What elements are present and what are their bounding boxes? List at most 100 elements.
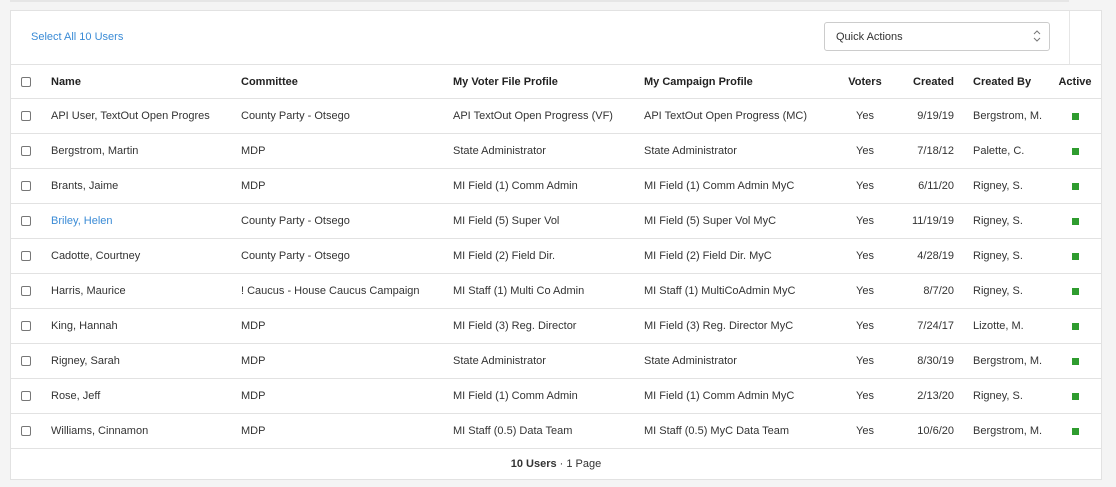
campaign-profile-cell: State Administrator [644, 133, 838, 169]
user-name-link[interactable]: Rose, Jeff [51, 390, 100, 402]
campaign-profile-cell: State Administrator [644, 343, 838, 379]
header-voters[interactable]: Voters [838, 64, 892, 99]
row-checkbox[interactable] [21, 181, 31, 192]
row-checkbox[interactable] [21, 356, 31, 367]
created-cell: 7/24/17 [892, 308, 954, 344]
row-checkbox[interactable] [21, 216, 31, 227]
campaign-profile-cell: MI Staff (0.5) MyC Data Team [644, 413, 838, 449]
page-count: · 1 Page [556, 458, 602, 470]
user-name-cell: Harris, Maurice [51, 273, 241, 309]
committee-cell: County Party - Otsego [241, 98, 453, 134]
created-cell: 8/30/19 [892, 343, 954, 379]
table-row[interactable]: API User, TextOut Open Progres County Par… [11, 98, 1101, 134]
header-created[interactable]: Created [892, 64, 954, 99]
active-status-icon [1071, 112, 1079, 120]
voters-cell: Yes [838, 343, 892, 379]
created-cell: 10/6/20 [892, 413, 954, 449]
created-cell: 8/7/20 [892, 273, 954, 309]
user-name-link[interactable]: Briley, Helen [51, 215, 113, 227]
created-by-cell: Lizotte, M. [954, 308, 1049, 344]
header-voter-file-profile[interactable]: My Voter File Profile [453, 64, 644, 99]
user-name-cell: Cadotte, Courtney [51, 238, 241, 274]
active-cell [1049, 203, 1101, 239]
pagination-footer: 10 Users · 1 Page [11, 450, 1101, 480]
toolbar: Select All 10 Users Quick Actions [11, 11, 1070, 64]
active-cell [1049, 273, 1101, 309]
table-row[interactable]: King, Hannah MDP MI Field (3) Reg. Directo… [11, 308, 1101, 344]
top-divider [10, 0, 1069, 2]
user-name-link[interactable]: Bergstrom, Martin [51, 145, 138, 157]
row-select-cell [11, 168, 51, 204]
table-row[interactable]: Cadotte, Courtney County Party - Otsego MI… [11, 238, 1101, 274]
table-row[interactable]: Bergstrom, Martin MDP State Administrator S… [11, 133, 1101, 169]
row-checkbox[interactable] [21, 146, 31, 157]
voter-file-profile-cell: MI Field (1) Comm Admin [453, 378, 644, 414]
user-name-cell: Rose, Jeff [51, 378, 241, 414]
voter-file-profile-cell: MI Field (3) Reg. Director [453, 308, 644, 344]
user-name-cell: Briley, Helen [51, 203, 241, 239]
user-name-link[interactable]: Cadotte, Courtney [51, 250, 140, 262]
user-name-link[interactable]: Rigney, Sarah [51, 355, 120, 367]
created-by-cell: Palette, C. [954, 133, 1049, 169]
committee-cell: MDP [241, 133, 453, 169]
campaign-profile-cell: MI Field (5) Super Vol MyC [644, 203, 838, 239]
table-row[interactable]: Brants, Jaime MDP MI Field (1) Comm Admin M… [11, 168, 1101, 204]
chevron-up-down-icon [1033, 30, 1041, 42]
voter-file-profile-cell: MI Field (1) Comm Admin [453, 168, 644, 204]
row-checkbox[interactable] [21, 111, 31, 122]
header-campaign-profile[interactable]: My Campaign Profile [644, 64, 838, 99]
user-name-link[interactable]: Brants, Jaime [51, 180, 118, 192]
committee-cell: MDP [241, 378, 453, 414]
header-name[interactable]: Name [51, 64, 241, 99]
voters-cell: Yes [838, 378, 892, 414]
user-name-link[interactable]: Harris, Maurice [51, 285, 126, 297]
user-name-link[interactable]: API User, TextOut Open Progres [51, 110, 210, 122]
campaign-profile-cell: MI Field (1) Comm Admin MyC [644, 168, 838, 204]
users-count: 10 Users [510, 458, 557, 470]
created-cell: 2/13/20 [892, 378, 954, 414]
table-row[interactable]: Briley, Helen County Party - Otsego MI Fie… [11, 203, 1101, 239]
row-checkbox[interactable] [21, 426, 31, 437]
row-select-cell [11, 413, 51, 449]
table-row[interactable]: Rigney, Sarah MDP State Administrator State… [11, 343, 1101, 379]
table-body: API User, TextOut Open Progres County Par… [11, 98, 1101, 449]
header-created-by[interactable]: Created By [954, 64, 1049, 99]
table-row[interactable]: Rose, Jeff MDP MI Field (1) Comm Admin MI F… [11, 378, 1101, 414]
created-by-cell: Bergstrom, M. [954, 98, 1049, 134]
row-checkbox[interactable] [21, 391, 31, 402]
committee-cell: County Party - Otsego [241, 203, 453, 239]
active-status-icon [1071, 322, 1079, 330]
header-active[interactable]: Active [1049, 64, 1101, 99]
select-all-link[interactable]: Select All 10 Users [31, 31, 123, 43]
table-row[interactable]: Williams, Cinnamon MDP MI Staff (0.5) Data… [11, 413, 1101, 449]
active-status-icon [1071, 217, 1079, 225]
committee-cell: County Party - Otsego [241, 238, 453, 274]
voter-file-profile-cell: MI Staff (0.5) Data Team [453, 413, 644, 449]
voter-file-profile-cell: MI Staff (1) Multi Co Admin [453, 273, 644, 309]
row-select-cell [11, 203, 51, 239]
quick-actions-select[interactable]: Quick Actions [824, 22, 1050, 51]
active-status-icon [1071, 357, 1079, 365]
row-select-cell [11, 273, 51, 309]
voters-cell: Yes [838, 308, 892, 344]
created-by-cell: Rigney, S. [954, 238, 1049, 274]
committee-cell: MDP [241, 343, 453, 379]
voters-cell: Yes [838, 203, 892, 239]
voters-cell: Yes [838, 413, 892, 449]
row-checkbox[interactable] [21, 286, 31, 297]
row-checkbox[interactable] [21, 251, 31, 262]
campaign-profile-cell: API TextOut Open Progress (MC) [644, 98, 838, 134]
campaign-profile-cell: MI Field (2) Field Dir. MyC [644, 238, 838, 274]
header-committee[interactable]: Committee [241, 64, 453, 99]
voter-file-profile-cell: State Administrator [453, 133, 644, 169]
row-checkbox[interactable] [21, 321, 31, 332]
voters-cell: Yes [838, 238, 892, 274]
row-select-cell [11, 133, 51, 169]
user-name-link[interactable]: Williams, Cinnamon [51, 425, 148, 437]
created-by-cell: Rigney, S. [954, 168, 1049, 204]
select-all-checkbox[interactable] [21, 76, 31, 87]
active-cell [1049, 168, 1101, 204]
user-name-link[interactable]: King, Hannah [51, 320, 118, 332]
table-row[interactable]: Harris, Maurice ! Caucus - House Caucus C… [11, 273, 1101, 309]
campaign-profile-cell: MI Field (1) Comm Admin MyC [644, 378, 838, 414]
